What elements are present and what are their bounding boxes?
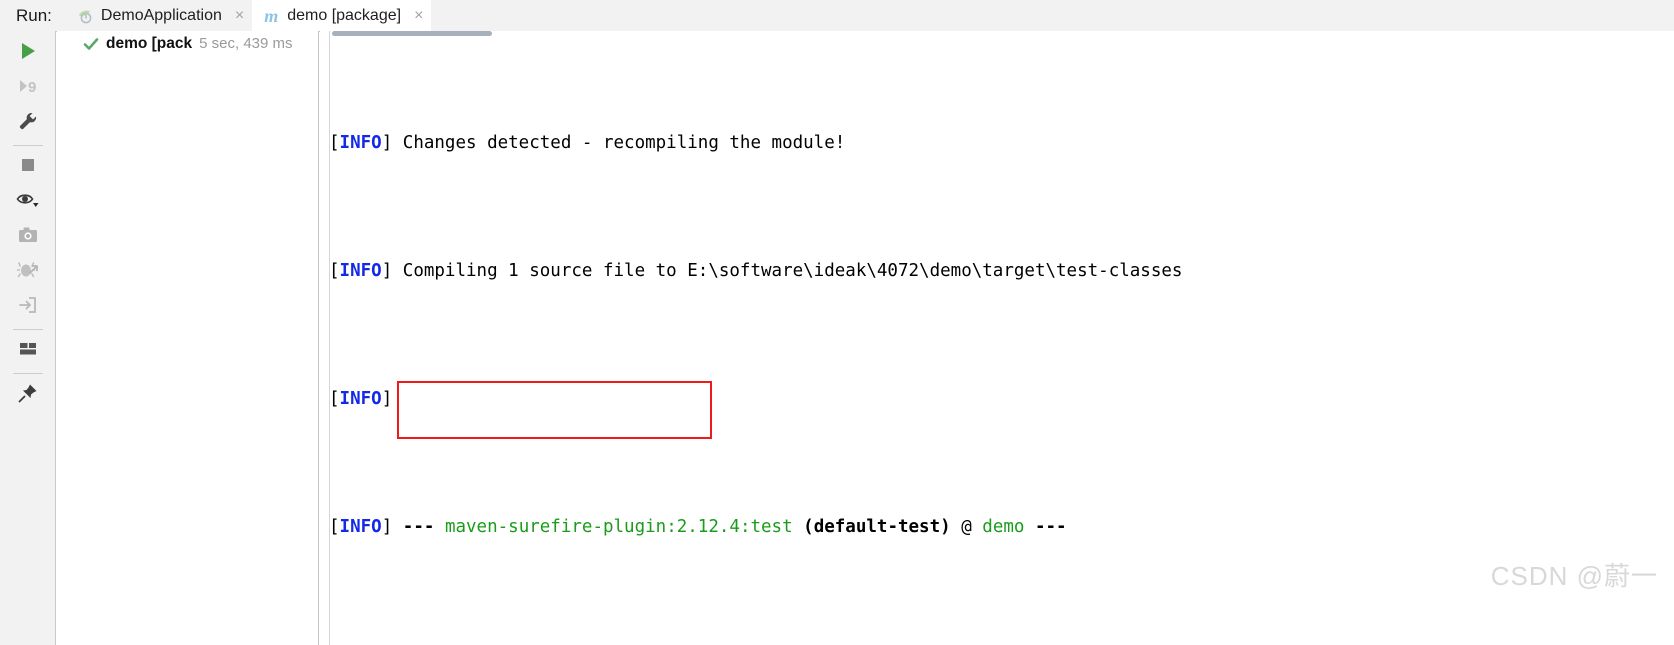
rerun-failed-icon: 9 — [17, 75, 39, 102]
line-text: Changes detected - recompiling the modul… — [392, 133, 846, 153]
svg-text:9: 9 — [28, 79, 36, 96]
camera-icon — [17, 224, 39, 251]
goal-dashes: --- — [392, 517, 445, 537]
tree-row-duration: 5 sec, 439 ms — [199, 35, 293, 52]
tree-row[interactable]: demo [pack 5 sec, 439 ms — [57, 31, 318, 56]
line-text: Compiling 1 source file to E:\software\i… — [392, 261, 1183, 281]
info-tag: INFO — [339, 389, 382, 409]
execution-id: (default-test) — [792, 517, 951, 537]
close-icon[interactable]: × — [235, 7, 244, 24]
info-tag: INFO — [339, 261, 382, 281]
tab-label: demo [package] — [287, 6, 402, 24]
wrench-icon — [17, 110, 39, 137]
filter-passed-button[interactable] — [8, 185, 48, 220]
green-play-icon — [17, 40, 39, 67]
console-text-area[interactable]: [INFO] Changes detected - recompiling th… — [329, 31, 1674, 645]
console-line: [INFO] Compiling 1 source file to E:\sof… — [329, 261, 1183, 281]
console-line: [INFO] --- maven-surefire-plugin:2.12.4:… — [329, 517, 1067, 537]
info-tag: INFO — [339, 133, 382, 153]
module-name: demo — [982, 517, 1025, 537]
info-tag: INFO — [339, 517, 382, 537]
run-tool-window-label: Run: — [16, 5, 52, 25]
eye-dropdown-icon — [16, 189, 40, 216]
rerun-failed-tests-button[interactable]: 9 — [8, 71, 48, 106]
console-line: [INFO] — [329, 639, 1674, 645]
tab-demo-package[interactable]: m demo [package] × — [252, 0, 432, 31]
import-tests-button[interactable] — [8, 290, 48, 325]
plugin-goal: maven-surefire-plugin:2.12.4:test — [444, 517, 793, 537]
spring-boot-leaf-icon — [76, 7, 94, 25]
stop-button[interactable] — [8, 150, 48, 185]
tree-row-label: demo [pack — [106, 34, 193, 52]
pin-icon — [17, 382, 39, 409]
rerun-button[interactable] — [8, 36, 48, 71]
layout-icon — [17, 338, 39, 365]
tab-label: DemoApplication — [100, 6, 222, 24]
toolbar-divider — [12, 329, 43, 330]
at-sign: @ — [950, 517, 983, 537]
layout-button[interactable] — [8, 334, 48, 369]
close-icon[interactable]: × — [414, 7, 423, 24]
pin-tab-button[interactable] — [8, 378, 48, 413]
console-output[interactable]: [INFO] Changes detected - recompiling th… — [320, 31, 1674, 645]
green-check-icon — [83, 36, 99, 52]
watermark: CSDN @蔚一 — [1490, 561, 1658, 591]
export-snapshot-button[interactable] — [8, 220, 48, 255]
run-tool-window: Run: DemoApplication × m demo [package] … — [0, 0, 1674, 645]
stop-square-icon — [17, 154, 39, 181]
import-arrow-icon — [17, 294, 39, 321]
console-line: [INFO] — [329, 389, 393, 409]
run-toolbar: 9 — [0, 31, 56, 645]
maven-m-icon: m — [264, 5, 279, 26]
tab-demoapplication[interactable]: DemoApplication × — [66, 0, 252, 31]
goal-tail: --- — [1024, 517, 1067, 537]
debug-button[interactable] — [8, 255, 48, 290]
run-tab-bar: Run: DemoApplication × m demo [package] … — [0, 0, 1674, 32]
test-results-tree: demo [pack 5 sec, 439 ms — [57, 31, 319, 645]
edit-configuration-button[interactable] — [8, 106, 48, 141]
bug-icon — [16, 259, 39, 286]
toolbar-divider — [12, 373, 43, 374]
toolbar-divider — [12, 145, 43, 146]
console-line: [INFO] Changes detected - recompiling th… — [329, 133, 846, 153]
